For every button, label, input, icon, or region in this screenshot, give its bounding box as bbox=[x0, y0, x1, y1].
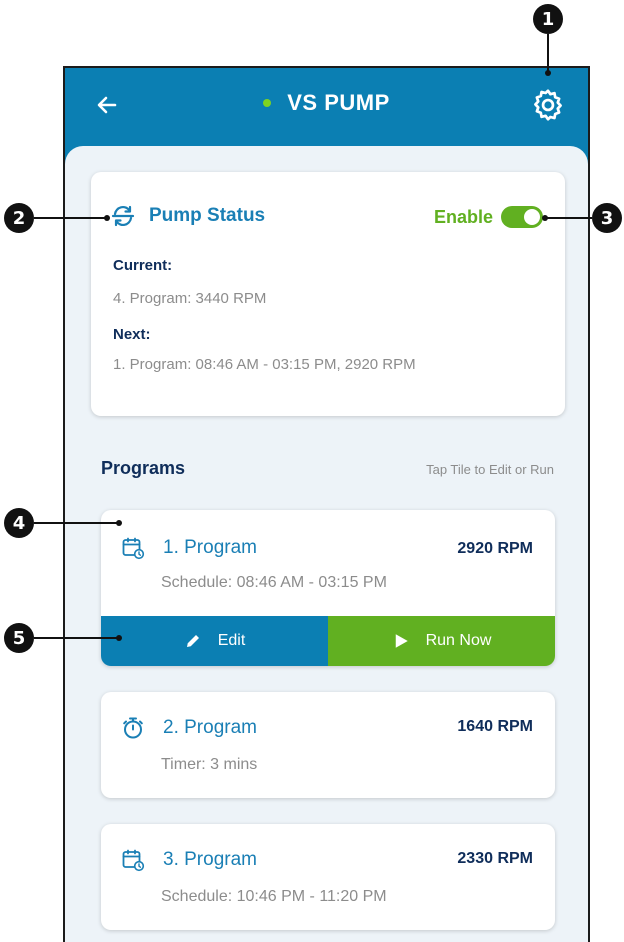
programs-heading: Programs bbox=[101, 458, 186, 478]
program-name: 3. Program bbox=[163, 849, 257, 870]
online-status-dot bbox=[263, 98, 272, 107]
sync-icon bbox=[111, 205, 135, 227]
calendar-clock-icon bbox=[122, 537, 145, 560]
callout-5-line bbox=[34, 637, 120, 639]
pump-status-header: Pump Status bbox=[111, 204, 265, 228]
callout-5-dot bbox=[116, 635, 122, 641]
callout-2-line bbox=[34, 217, 106, 219]
main-content: Pump Status Enable Current: 4. Program: … bbox=[65, 146, 588, 942]
program-header: 3. Program bbox=[121, 848, 257, 872]
program-detail: Timer: 3 mins bbox=[161, 756, 258, 773]
run-now-button[interactable]: Run Now bbox=[328, 616, 555, 666]
program-name: 2. Program bbox=[163, 717, 257, 738]
callout-2: 2 bbox=[4, 203, 34, 233]
phone-screen: VS PUMP Pump Status Enable Current: 4. P… bbox=[63, 66, 590, 942]
pencil-icon bbox=[186, 635, 199, 647]
current-value: 4. Program: 3440 RPM bbox=[113, 290, 267, 307]
app-header: VS PUMP bbox=[65, 68, 588, 144]
gear-icon[interactable] bbox=[530, 87, 566, 123]
stopwatch-icon bbox=[123, 717, 143, 739]
program-header: 1. Program bbox=[121, 536, 257, 560]
pump-status-title: Pump Status bbox=[149, 205, 266, 226]
program-tile-1[interactable]: 1. Program 2920 RPM Schedule: 08:46 AM -… bbox=[101, 510, 555, 666]
callout-3-line bbox=[546, 217, 592, 219]
program-rpm: 2330 RPM bbox=[457, 850, 533, 867]
calendar-clock-icon bbox=[122, 849, 145, 872]
play-icon bbox=[395, 634, 408, 648]
toggle-knob bbox=[524, 209, 540, 225]
edit-button[interactable]: Edit bbox=[101, 616, 328, 666]
callout-1-line bbox=[547, 34, 549, 72]
program-rpm: 1640 RPM bbox=[457, 718, 533, 735]
program-detail: Schedule: 08:46 AM - 03:15 PM bbox=[161, 574, 387, 591]
callout-1-dot bbox=[545, 70, 551, 76]
next-label: Next: bbox=[113, 326, 151, 343]
callout-2-dot bbox=[104, 215, 110, 221]
page-title: VS PUMP bbox=[287, 90, 390, 115]
enable-control: Enable bbox=[434, 206, 543, 228]
enable-label: Enable bbox=[433, 206, 493, 227]
callout-4-dot bbox=[116, 520, 122, 526]
run-now-button-label: Run Now bbox=[425, 632, 492, 649]
callout-1: 1 bbox=[533, 4, 563, 34]
callout-3: 3 bbox=[592, 203, 622, 233]
callout-4-line bbox=[34, 522, 120, 524]
pump-status-card: Pump Status Enable Current: 4. Program: … bbox=[91, 172, 565, 416]
program-tile-3[interactable]: 3. Program 2330 RPM Schedule: 10:46 PM -… bbox=[101, 824, 555, 930]
program-header: 2. Program bbox=[121, 716, 257, 740]
current-label: Current: bbox=[113, 257, 173, 274]
callout-4: 4 bbox=[4, 508, 34, 538]
next-value: 1. Program: 08:46 AM - 03:15 PM, 2920 RP… bbox=[113, 356, 416, 373]
program-name: 1. Program bbox=[163, 537, 257, 558]
program-tile-2[interactable]: 2. Program 1640 RPM Timer: 3 mins bbox=[101, 692, 555, 798]
program-detail: Schedule: 10:46 PM - 11:20 PM bbox=[161, 888, 387, 905]
callout-5: 5 bbox=[4, 623, 34, 653]
edit-button-label: Edit bbox=[217, 632, 246, 649]
program-rpm: 2920 RPM bbox=[457, 540, 533, 557]
enable-toggle[interactable] bbox=[501, 206, 543, 228]
callout-3-dot bbox=[542, 215, 548, 221]
programs-hint: Tap Tile to Edit or Run bbox=[426, 462, 554, 477]
program-action-bar: Edit Run Now bbox=[101, 616, 555, 666]
header-title-group: VS PUMP bbox=[65, 90, 588, 116]
